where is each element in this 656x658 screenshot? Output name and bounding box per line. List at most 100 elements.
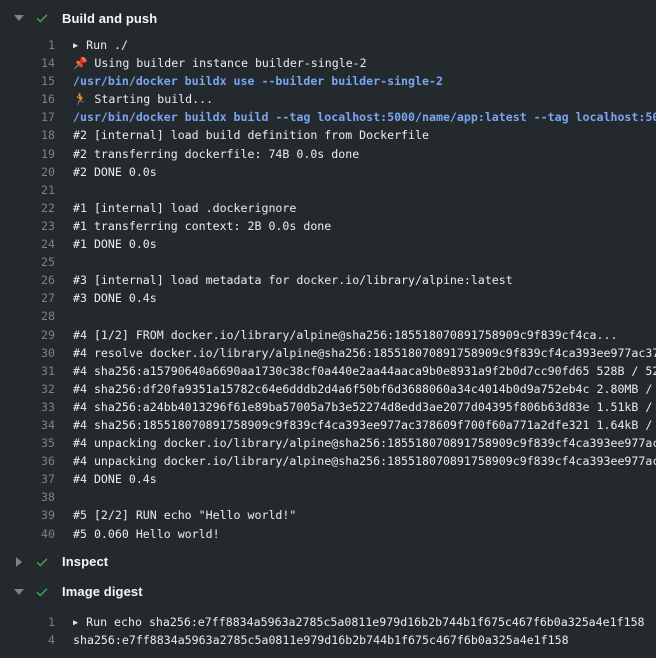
- log-line: 30 ▶#4 resolve docker.io/library/alpine@…: [0, 344, 656, 362]
- line-number[interactable]: 32: [0, 380, 55, 398]
- line-text: #1 transferring context: 2B 0.0s done: [73, 219, 331, 233]
- line-text: #4 resolve docker.io/library/alpine@sha2…: [73, 346, 656, 360]
- line-number[interactable]: 15: [0, 72, 55, 90]
- log-line: 29 ▶#4 [1/2] FROM docker.io/library/alpi…: [0, 326, 656, 344]
- log-line: 39 ▶#5 [2/2] RUN echo "Hello world!": [0, 506, 656, 524]
- line-text: #4 DONE 0.4s: [73, 472, 157, 486]
- success-check-icon: [34, 554, 50, 570]
- line-text-wrap: ▶: [73, 181, 656, 199]
- line-text-wrap: ▶#4 resolve docker.io/library/alpine@sha…: [73, 344, 656, 362]
- line-text: Run echo sha256:e7ff8834a5963a2785c5a081…: [86, 615, 644, 629]
- line-number[interactable]: 36: [0, 452, 55, 470]
- log-line: 34 ▶#4 sha256:185518070891758909c9f839cf…: [0, 416, 656, 434]
- line-number[interactable]: 21: [0, 181, 55, 199]
- log-line: 37 ▶#4 DONE 0.4s: [0, 470, 656, 488]
- log-line: 27 ▶#3 DONE 0.4s: [0, 289, 656, 307]
- line-text-wrap: ▶#4 [1/2] FROM docker.io/library/alpine@…: [73, 326, 656, 344]
- line-number[interactable]: 35: [0, 434, 55, 452]
- log-line: 25 ▶: [0, 253, 656, 271]
- log-line: 16 ▶🏃 Starting build...: [0, 90, 656, 108]
- line-text: /usr/bin/docker buildx use --builder bui…: [73, 74, 443, 88]
- line-number[interactable]: 18: [0, 126, 55, 144]
- line-number[interactable]: 1: [0, 613, 55, 631]
- line-number[interactable]: 4: [0, 631, 55, 649]
- log-lines-image-digest: 1 ▶ Run echo sha256:e7ff8834a5963a2785c5a…: [0, 613, 656, 649]
- line-number[interactable]: 25: [0, 253, 55, 271]
- line-number[interactable]: 37: [0, 470, 55, 488]
- line-text: #4 sha256:a15790640a6690aa1730c38cf0a440…: [73, 364, 656, 378]
- line-text: #1 [internal] load .dockerignore: [73, 201, 296, 215]
- line-number[interactable]: 19: [0, 145, 55, 163]
- line-text-wrap: ▶🏃 Starting build...: [73, 90, 656, 108]
- line-number[interactable]: 17: [0, 108, 55, 126]
- section-header-inspect[interactable]: Inspect: [0, 548, 656, 576]
- success-check-icon: [34, 584, 50, 600]
- log-line: 4 ▶sha256:e7ff8834a5963a2785c5a0811e979d…: [0, 631, 656, 649]
- section-inspect: Inspect: [0, 548, 656, 576]
- line-number[interactable]: 1: [0, 36, 55, 54]
- section-title: Image digest: [62, 584, 143, 599]
- caret-down-icon[interactable]: [12, 589, 26, 595]
- line-text-wrap: ▶#4 sha256:185518070891758909c9f839cf4ca…: [73, 416, 656, 434]
- log-line: 18 ▶#2 [internal] load build definition …: [0, 126, 656, 144]
- workflow-log-viewer: Build and push 1 ▶Run ./ 14 ▶📌 Using bui…: [0, 4, 656, 649]
- line-text-wrap: ▶ Run echo sha256:e7ff8834a5963a2785c5a08…: [73, 613, 656, 631]
- line-text: #1 DONE 0.0s: [73, 237, 157, 251]
- line-text: #2 [internal] load build definition from…: [73, 128, 429, 142]
- line-number[interactable]: 31: [0, 362, 55, 380]
- line-text-wrap: ▶Run ./: [73, 36, 656, 54]
- line-number[interactable]: 26: [0, 271, 55, 289]
- line-text-wrap: ▶📌 Using builder instance builder-single…: [73, 54, 656, 72]
- log-line[interactable]: 1 ▶ Run echo sha256:e7ff8834a5963a2785c5a…: [0, 613, 656, 631]
- line-text-wrap: ▶#1 DONE 0.0s: [73, 235, 656, 253]
- line-text-wrap: ▶#3 [internal] load metadata for docker.…: [73, 271, 656, 289]
- line-text: #4 sha256:a24bb4013296f61e89ba57005a7b3e…: [73, 400, 656, 414]
- line-number[interactable]: 20: [0, 163, 55, 181]
- expand-arrow-icon[interactable]: ▶: [73, 618, 78, 628]
- line-number[interactable]: 24: [0, 235, 55, 253]
- line-number[interactable]: 23: [0, 217, 55, 235]
- section-title: Build and push: [62, 11, 157, 26]
- line-text-wrap: ▶#1 [internal] load .dockerignore: [73, 199, 656, 217]
- line-text: #2 transferring dockerfile: 74B 0.0s don…: [73, 147, 359, 161]
- line-text-wrap: ▶#2 DONE 0.0s: [73, 163, 656, 181]
- line-text-wrap: ▶: [73, 307, 656, 325]
- section-header-image-digest[interactable]: Image digest: [0, 578, 656, 606]
- log-line: 14 ▶📌 Using builder instance builder-sin…: [0, 54, 656, 72]
- line-number[interactable]: 40: [0, 525, 55, 543]
- log-line: 21 ▶: [0, 181, 656, 199]
- log-line: 40 ▶#5 0.060 Hello world!: [0, 525, 656, 543]
- line-number[interactable]: 33: [0, 398, 55, 416]
- caret-right-icon[interactable]: [12, 557, 26, 567]
- log-line: 15 ▶/usr/bin/docker buildx use --builder…: [0, 72, 656, 90]
- line-number[interactable]: 16: [0, 90, 55, 108]
- line-number[interactable]: 38: [0, 488, 55, 506]
- line-text: #4 [1/2] FROM docker.io/library/alpine@s…: [73, 328, 617, 342]
- caret-down-icon[interactable]: [12, 15, 26, 21]
- line-text-wrap: ▶#1 transferring context: 2B 0.0s done: [73, 217, 656, 235]
- line-text-wrap: ▶#4 unpacking docker.io/library/alpine@s…: [73, 434, 656, 452]
- line-text-wrap: ▶#4 unpacking docker.io/library/alpine@s…: [73, 452, 656, 470]
- line-text: #3 DONE 0.4s: [73, 291, 157, 305]
- log-line: 35 ▶#4 unpacking docker.io/library/alpin…: [0, 434, 656, 452]
- line-number[interactable]: 27: [0, 289, 55, 307]
- line-text-wrap: ▶#4 sha256:df20fa9351a15782c64e6dddb2d4a…: [73, 380, 656, 398]
- log-lines-build-and-push: 1 ▶Run ./ 14 ▶📌 Using builder instance b…: [0, 36, 656, 543]
- line-number[interactable]: 39: [0, 506, 55, 524]
- log-line: 26 ▶#3 [internal] load metadata for dock…: [0, 271, 656, 289]
- line-number[interactable]: 14: [0, 54, 55, 72]
- line-number[interactable]: 28: [0, 307, 55, 325]
- section-header-build-and-push[interactable]: Build and push: [0, 4, 656, 32]
- section-build-and-push: Build and push 1 ▶Run ./ 14 ▶📌 Using bui…: [0, 4, 656, 543]
- log-line: 22 ▶#1 [internal] load .dockerignore: [0, 199, 656, 217]
- log-line: 17 ▶/usr/bin/docker buildx build --tag l…: [0, 108, 656, 126]
- line-number[interactable]: 22: [0, 199, 55, 217]
- line-text-wrap: ▶#2 [internal] load build definition fro…: [73, 126, 656, 144]
- line-number[interactable]: 30: [0, 344, 55, 362]
- log-line[interactable]: 1 ▶Run ./: [0, 36, 656, 54]
- log-line: 23 ▶#1 transferring context: 2B 0.0s don…: [0, 217, 656, 235]
- line-text-wrap: ▶: [73, 488, 656, 506]
- line-number[interactable]: 34: [0, 416, 55, 434]
- expand-arrow-icon[interactable]: ▶: [73, 41, 78, 51]
- line-number[interactable]: 29: [0, 326, 55, 344]
